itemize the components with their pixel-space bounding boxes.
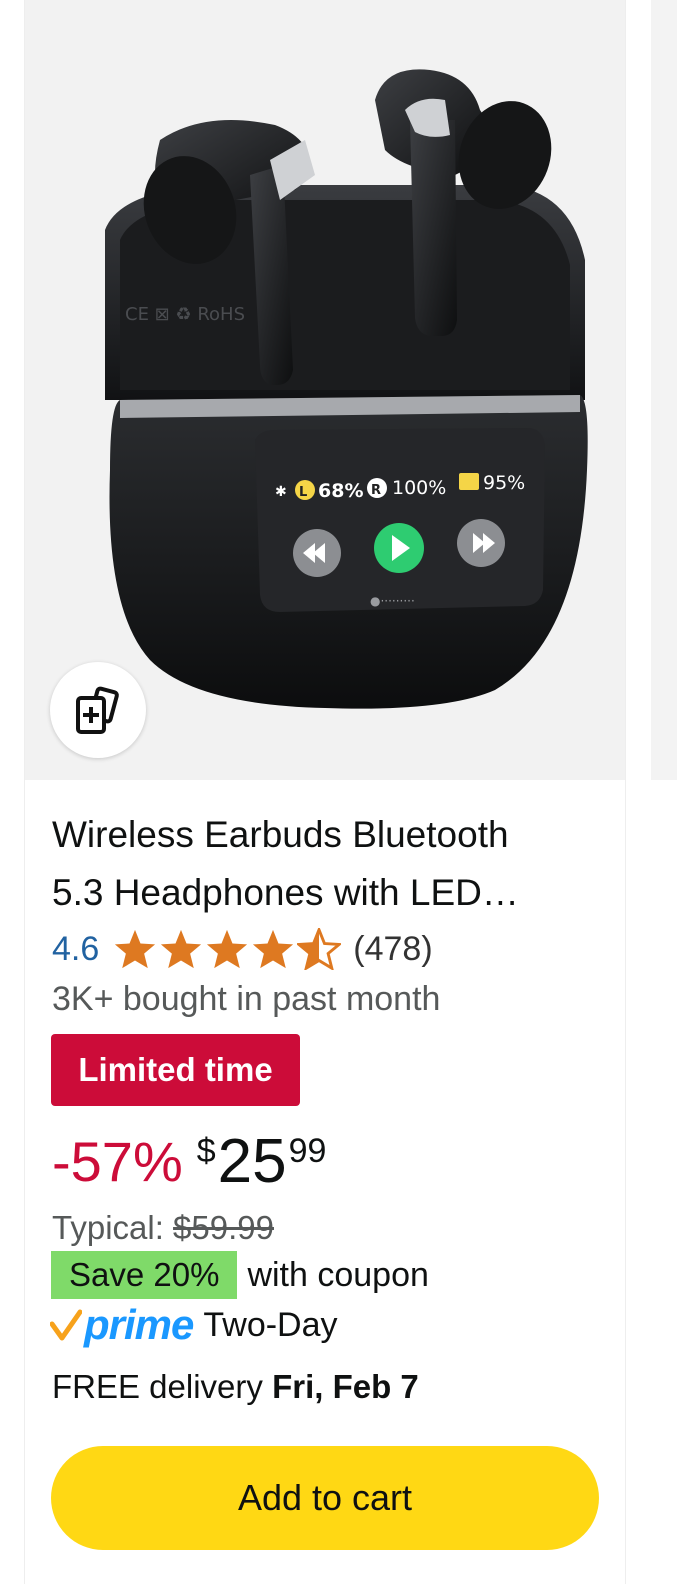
star-full-icon — [253, 929, 294, 969]
svg-text:R: R — [371, 483, 381, 498]
product-card-page: CE ⊠ ♻ RoHS ✱ L 68% R 100% 95% ●········… — [0, 0, 677, 1584]
prime-logo-text: prime — [84, 1301, 194, 1348]
svg-text:L: L — [299, 485, 307, 500]
product-image-container[interactable]: CE ⊠ ♻ RoHS ✱ L 68% R 100% 95% ●········… — [25, 0, 625, 780]
star-half-icon — [297, 928, 342, 970]
purchase-count-text: 3K+ bought in past month — [52, 980, 441, 1018]
add-to-cart-button[interactable]: Add to cart — [51, 1446, 599, 1550]
delivery-info: FREE delivery Fri, Feb 7 — [52, 1364, 419, 1410]
product-title-line-2[interactable]: 5.3 Headphones with LED… — [52, 864, 612, 922]
price-fraction: 99 — [288, 1132, 327, 1170]
add-to-compare-icon — [76, 686, 119, 734]
price-currency-symbol: $ — [196, 1132, 216, 1170]
typical-price-row: Typical: $59.99 — [52, 1206, 274, 1250]
prime-row: prime Two-Day — [50, 1300, 338, 1350]
review-count[interactable]: (478) — [353, 930, 432, 969]
typical-price-label: Typical: — [52, 1209, 174, 1246]
limited-time-deal-badge: Limited time — [51, 1034, 300, 1106]
rating-value[interactable]: 4.6 — [52, 930, 99, 969]
star-full-icon — [207, 929, 248, 969]
star-rating[interactable] — [113, 928, 343, 970]
star-full-icon — [161, 929, 202, 969]
coupon-row[interactable]: Save 20% with coupon — [51, 1251, 429, 1299]
price-whole: 25 — [217, 1127, 287, 1196]
delivery-date: Fri, Feb 7 — [272, 1368, 419, 1405]
svg-text:CE ⊠ ♻ RoHS: CE ⊠ ♻ RoHS — [125, 304, 245, 325]
prime-check-icon — [50, 1309, 82, 1341]
card-border-right — [625, 0, 626, 1584]
prime-logo: prime — [50, 1300, 194, 1350]
svg-text:95%: 95% — [483, 472, 525, 494]
rating-row[interactable]: 4.6 (478) — [52, 922, 433, 976]
svg-text:✱: ✱ — [275, 484, 287, 500]
coupon-badge[interactable]: Save 20% — [51, 1251, 238, 1299]
svg-text:68%: 68% — [318, 480, 363, 502]
svg-text:●·········: ●········· — [370, 594, 415, 608]
next-product-card-edge[interactable] — [651, 0, 677, 780]
discount-percentage: -57% — [52, 1130, 183, 1193]
product-title-line-1[interactable]: Wireless Earbuds Bluetooth — [52, 806, 612, 864]
coupon-text: with coupon — [247, 1255, 429, 1294]
price-row[interactable]: -57% $ 25 99 — [52, 1122, 326, 1202]
delivery-prefix: FREE delivery — [52, 1368, 273, 1405]
current-price[interactable]: $ 25 99 — [197, 1122, 327, 1202]
product-image[interactable]: CE ⊠ ♻ RoHS ✱ L 68% R 100% 95% ●········… — [25, 0, 625, 780]
prime-delivery-speed: Two-Day — [203, 1305, 338, 1344]
compare-button[interactable] — [50, 662, 146, 758]
star-full-icon — [115, 929, 156, 969]
typical-price: $59.99 — [173, 1209, 274, 1246]
product-title[interactable]: Wireless Earbuds Bluetooth 5.3 Headphone… — [52, 806, 612, 922]
svg-text:100%: 100% — [392, 477, 446, 499]
